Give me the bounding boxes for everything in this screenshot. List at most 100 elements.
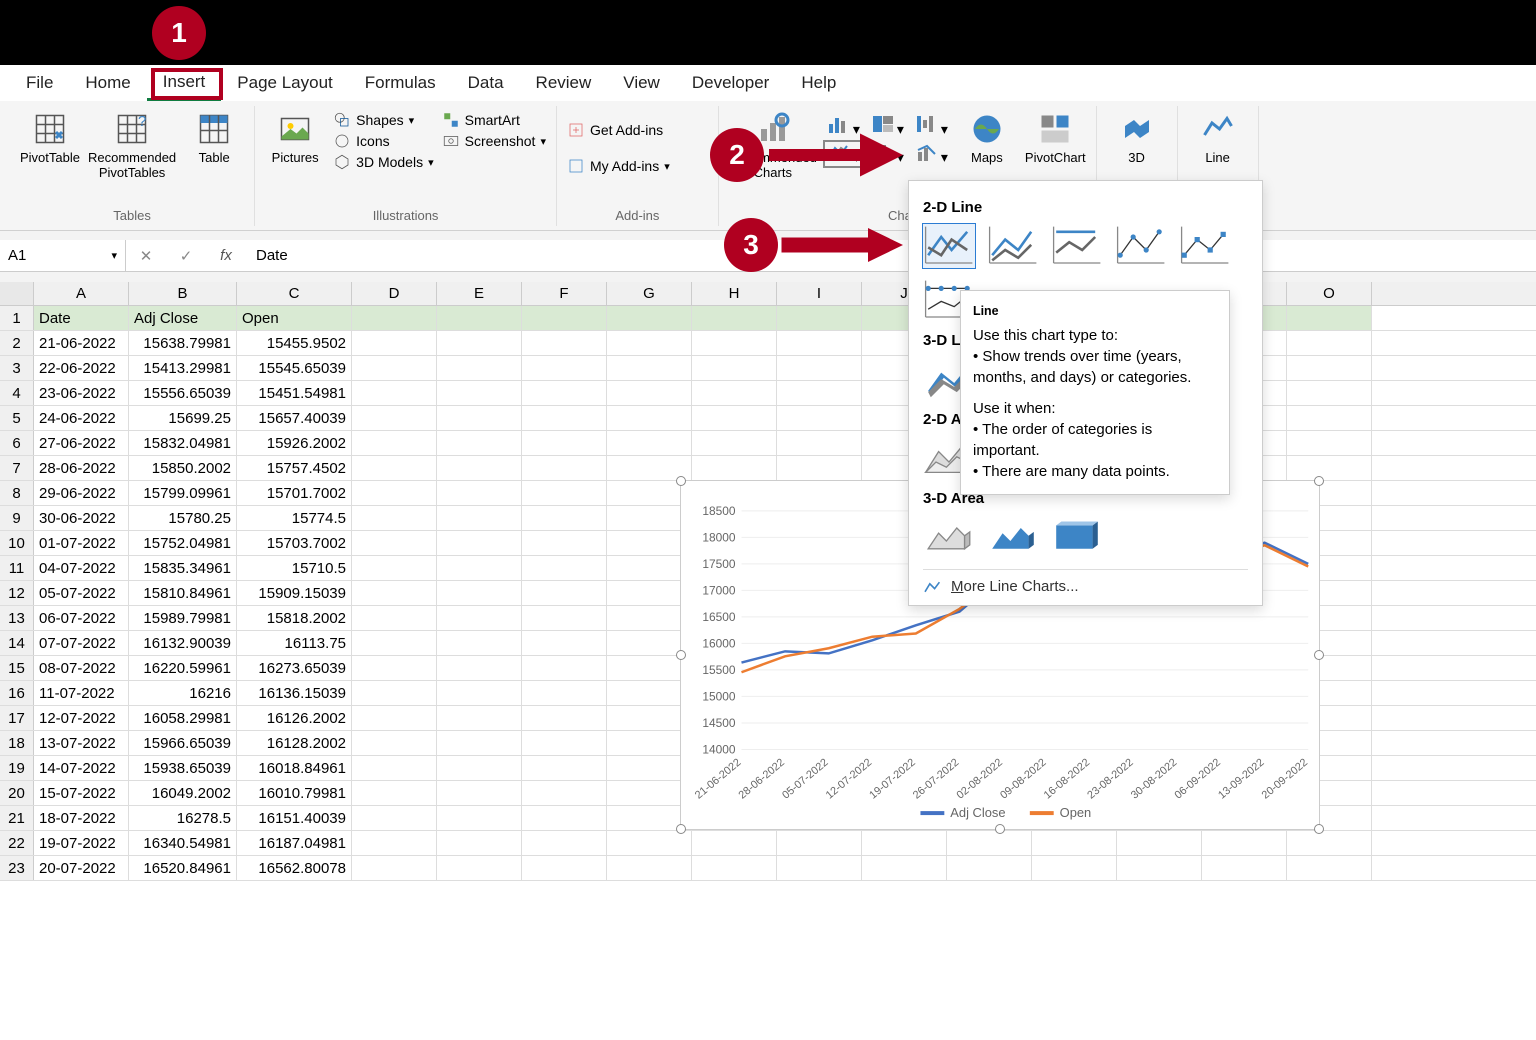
cell[interactable]: 30-06-2022 <box>34 506 129 530</box>
get-addins-button[interactable]: Get Add-ins <box>567 121 663 139</box>
cell[interactable]: 04-07-2022 <box>34 556 129 580</box>
line-chart-option[interactable] <box>923 224 975 268</box>
cell[interactable] <box>437 631 522 655</box>
cell[interactable] <box>437 356 522 380</box>
cell[interactable] <box>1287 406 1372 430</box>
cell[interactable] <box>1202 831 1287 855</box>
cell[interactable] <box>352 681 437 705</box>
cell[interactable]: 12-07-2022 <box>34 706 129 730</box>
cell[interactable]: 15703.7002 <box>237 531 352 555</box>
cell[interactable] <box>352 831 437 855</box>
row-header[interactable]: 10 <box>0 531 34 555</box>
cell[interactable]: 15850.2002 <box>129 456 237 480</box>
cell[interactable] <box>437 856 522 880</box>
screenshot-button[interactable]: Screenshot ▾ <box>442 132 546 150</box>
cell[interactable]: 15455.9502 <box>237 331 352 355</box>
row-header[interactable]: 7 <box>0 456 34 480</box>
cell[interactable]: 16113.75 <box>237 631 352 655</box>
cell[interactable]: 15451.54981 <box>237 381 352 405</box>
cell[interactable] <box>607 331 692 355</box>
3d-area-option[interactable] <box>923 515 975 559</box>
cell[interactable]: 16058.29981 <box>129 706 237 730</box>
resize-handle[interactable] <box>995 824 1005 834</box>
cell[interactable]: 16049.2002 <box>129 781 237 805</box>
cell[interactable] <box>947 856 1032 880</box>
column-header[interactable]: O <box>1287 282 1372 305</box>
cell[interactable] <box>437 306 522 330</box>
resize-handle[interactable] <box>676 650 686 660</box>
cell[interactable] <box>352 331 437 355</box>
cell[interactable] <box>522 781 607 805</box>
cell[interactable] <box>522 331 607 355</box>
cell[interactable] <box>607 306 692 330</box>
recommended-button[interactable]: ?Recommended PivotTables <box>88 111 176 180</box>
cell[interactable]: 16216 <box>129 681 237 705</box>
cancel-icon[interactable]: ✕ <box>126 247 166 265</box>
cell[interactable]: 11-07-2022 <box>34 681 129 705</box>
cell[interactable]: 15780.25 <box>129 506 237 530</box>
cell[interactable]: 16010.79981 <box>237 781 352 805</box>
cell[interactable]: 16273.65039 <box>237 656 352 680</box>
row-header[interactable]: 15 <box>0 656 34 680</box>
resize-handle[interactable] <box>1314 824 1324 834</box>
cell[interactable] <box>352 306 437 330</box>
cell[interactable] <box>522 581 607 605</box>
cell[interactable]: 16187.04981 <box>237 831 352 855</box>
cell[interactable] <box>437 506 522 530</box>
cell[interactable]: 19-07-2022 <box>34 831 129 855</box>
cell[interactable] <box>352 406 437 430</box>
more-line-charts-link[interactable]: More Line Charts... <box>923 569 1248 595</box>
stacked-line-option[interactable] <box>987 224 1039 268</box>
row-header[interactable]: 3 <box>0 356 34 380</box>
cell[interactable]: 16220.59961 <box>129 656 237 680</box>
cell[interactable] <box>692 381 777 405</box>
row-header[interactable]: 17 <box>0 706 34 730</box>
cell[interactable]: 29-06-2022 <box>34 481 129 505</box>
cell[interactable] <box>437 606 522 630</box>
cell[interactable] <box>607 381 692 405</box>
cell[interactable]: 15810.84961 <box>129 581 237 605</box>
cell[interactable] <box>607 831 692 855</box>
cell[interactable] <box>522 481 607 505</box>
cell[interactable]: 15699.25 <box>129 406 237 430</box>
cell[interactable] <box>522 506 607 530</box>
cell[interactable] <box>692 306 777 330</box>
cell[interactable] <box>522 831 607 855</box>
cell[interactable]: 15832.04981 <box>129 431 237 455</box>
tab-file[interactable]: File <box>10 67 69 99</box>
row-header[interactable]: 6 <box>0 431 34 455</box>
cell[interactable]: 16128.2002 <box>237 731 352 755</box>
chart-type-waterfall-icon[interactable]: ▾ <box>913 114 949 138</box>
row-header[interactable]: 11 <box>0 556 34 580</box>
row-header[interactable]: 13 <box>0 606 34 630</box>
cell[interactable]: Date <box>34 306 129 330</box>
cell[interactable] <box>777 381 862 405</box>
cell[interactable]: 16278.5 <box>129 806 237 830</box>
row-header[interactable]: 5 <box>0 406 34 430</box>
row-header[interactable]: 22 <box>0 831 34 855</box>
cell[interactable] <box>1287 381 1372 405</box>
tab-developer[interactable]: Developer <box>676 67 786 99</box>
cell[interactable] <box>1287 306 1372 330</box>
row-header[interactable]: 4 <box>0 381 34 405</box>
cell[interactable]: 15799.09961 <box>129 481 237 505</box>
tab-review[interactable]: Review <box>520 67 608 99</box>
cell[interactable]: 15774.5 <box>237 506 352 530</box>
cell[interactable] <box>692 856 777 880</box>
cell[interactable] <box>352 556 437 580</box>
line-markers-option[interactable] <box>1115 224 1167 268</box>
cell[interactable] <box>777 456 862 480</box>
cell[interactable]: 06-07-2022 <box>34 606 129 630</box>
sparkline-line-button[interactable]: Line <box>1188 111 1248 165</box>
cell[interactable]: 16562.80078 <box>237 856 352 880</box>
cell[interactable] <box>862 831 947 855</box>
column-header[interactable]: A <box>34 282 129 305</box>
tab-formulas[interactable]: Formulas <box>349 67 452 99</box>
cell[interactable] <box>607 856 692 880</box>
cell[interactable]: 20-07-2022 <box>34 856 129 880</box>
cell[interactable]: 01-07-2022 <box>34 531 129 555</box>
cell[interactable] <box>522 806 607 830</box>
maps-button[interactable]: Maps <box>957 111 1017 165</box>
cell[interactable]: 18-07-2022 <box>34 806 129 830</box>
tab-view[interactable]: View <box>607 67 676 99</box>
